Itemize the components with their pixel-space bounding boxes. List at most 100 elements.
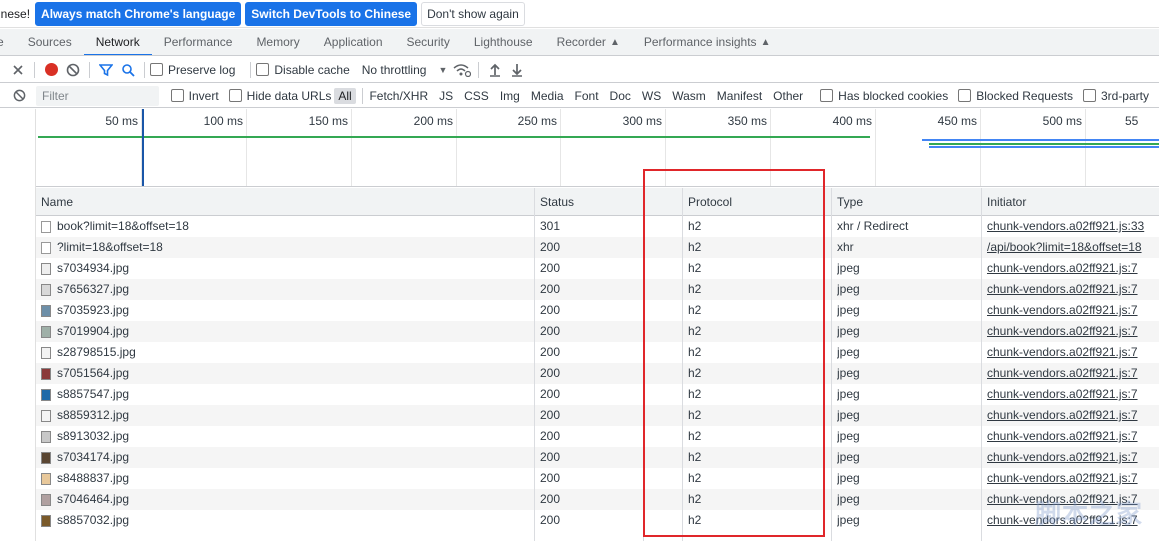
filter-icon[interactable] [95, 59, 117, 81]
network-conditions-icon[interactable] [451, 59, 473, 81]
timeline-gridline [246, 109, 247, 186]
table-row[interactable]: s7034174.jpg 200 h2 jpeg chunk-vendors.a02ff… [36, 447, 1159, 468]
requests-table: Name Status Protocol Type Initiator book… [36, 188, 1159, 541]
table-row[interactable]: s7019904.jpg 200 h2 jpeg chunk-vendors.a02ff… [36, 321, 1159, 342]
dont-show-again-button[interactable]: Don't show again [421, 1, 525, 26]
cell-initiator[interactable]: chunk-vendors.a02ff921.js:7 [987, 279, 1159, 300]
cell-status: 200 [540, 492, 561, 506]
timeline-overview[interactable]: 50 ms 100 ms 150 ms 200 ms 250 ms 300 ms… [36, 109, 1159, 187]
tab-recorder[interactable]: Recorder ▲ [545, 29, 632, 55]
checkbox-box[interactable] [150, 63, 163, 76]
clear-icon[interactable] [62, 59, 84, 81]
table-row[interactable]: s7034934.jpg 200 h2 jpeg chunk-vendors.a02ff… [36, 258, 1159, 279]
timeline-tick-label: 300 ms [622, 114, 662, 128]
timeline-gridline [351, 109, 352, 186]
cell-initiator[interactable]: chunk-vendors.a02ff921.js:7 [987, 468, 1159, 489]
checkbox-box[interactable] [170, 89, 184, 102]
type-filter-js[interactable]: JS [435, 88, 457, 104]
table-row[interactable]: s8859312.jpg 200 h2 jpeg chunk-vendors.a02ff… [36, 405, 1159, 426]
tab-performance-insights[interactable]: Performance insights ▲ [632, 29, 783, 55]
checkbox-box[interactable] [1082, 89, 1096, 102]
table-row[interactable]: ?limit=18&offset=18 200 h2 xhr/api/book?lim… [36, 237, 1159, 258]
cell-initiator[interactable]: chunk-vendors.a02ff921.js:7 [987, 321, 1159, 342]
always-match-language-button[interactable]: Always match Chrome's language [35, 1, 242, 26]
block-icon[interactable] [8, 85, 30, 107]
column-header-status[interactable]: Status [535, 188, 574, 216]
type-filter-wasm[interactable]: Wasm [668, 88, 710, 104]
table-row[interactable]: s7035923.jpg 200 h2 jpeg chunk-vendors.a02ff… [36, 300, 1159, 321]
dropdown-arrow-icon: ▼ [438, 64, 448, 75]
type-filter-all[interactable]: All [334, 87, 356, 104]
table-row[interactable]: s7051564.jpg 200 h2 jpeg chunk-vendors.a02ff… [36, 363, 1159, 384]
tab-sources[interactable]: Sources [16, 29, 84, 55]
throttling-select[interactable]: No throttling ▼ [362, 63, 448, 77]
cell-initiator[interactable]: chunk-vendors.a02ff921.js:7 [987, 405, 1159, 426]
cell-initiator[interactable]: chunk-vendors.a02ff921.js:7 [987, 384, 1159, 405]
table-row[interactable]: s8857032.jpg 200 h2 jpeg chunk-vendors.a02ff… [36, 510, 1159, 531]
cell-initiator[interactable]: chunk-vendors.a02ff921.js:7 [987, 363, 1159, 384]
disable-cache-checkbox[interactable]: Disable cache [256, 63, 350, 77]
type-filter-css[interactable]: CSS [460, 88, 493, 104]
image-file-icon [41, 325, 51, 338]
tab-elements[interactable]: e [0, 29, 16, 55]
checkbox-box[interactable] [958, 89, 972, 102]
request-name: book?limit=18&offset=18 [57, 219, 189, 233]
table-row[interactable]: book?limit=18&offset=18 301 h2 xhr / Redire… [36, 216, 1159, 237]
tab-performance[interactable]: Performance [152, 29, 245, 55]
type-filter-doc[interactable]: Doc [606, 88, 635, 104]
cell-initiator[interactable]: chunk-vendors.a02ff921.js:33 [987, 216, 1159, 237]
type-filter-manifest[interactable]: Manifest [713, 88, 766, 104]
type-filter-ws[interactable]: WS [638, 88, 665, 104]
record-icon[interactable] [40, 59, 62, 81]
cell-initiator[interactable]: chunk-vendors.a02ff921.js:7 [987, 426, 1159, 447]
search-icon[interactable] [117, 59, 139, 81]
timeline-tick-label: 100 ms [203, 114, 243, 128]
blocked-requests-checkbox[interactable]: Blocked Requests [958, 89, 1073, 103]
filter-input[interactable]: Filter [36, 85, 159, 106]
column-header-initiator[interactable]: Initiator [982, 188, 1026, 216]
table-row[interactable]: s7046464.jpg 200 h2 jpeg chunk-vendors.a02ff… [36, 489, 1159, 510]
cell-initiator[interactable]: chunk-vendors.a02ff921.js:7 [987, 300, 1159, 321]
type-filter-media[interactable]: Media [527, 88, 568, 104]
import-har-icon[interactable] [484, 59, 506, 81]
cell-initiator[interactable]: chunk-vendors.a02ff921.js:7 [987, 258, 1159, 279]
cell-status: 200 [540, 261, 561, 275]
column-header-name[interactable]: Name [36, 188, 73, 216]
hide-data-urls-checkbox[interactable]: Hide data URLs [228, 89, 331, 103]
cell-status: 200 [540, 387, 561, 401]
table-row[interactable]: s8913032.jpg 200 h2 jpeg chunk-vendors.a02ff… [36, 426, 1159, 447]
cell-initiator[interactable]: chunk-vendors.a02ff921.js:7 [987, 447, 1159, 468]
type-filter-fetch-xhr[interactable]: Fetch/XHR [365, 88, 432, 104]
close-icon[interactable] [7, 59, 29, 81]
preserve-log-checkbox[interactable]: Preserve log [150, 63, 235, 77]
export-har-icon[interactable] [506, 59, 528, 81]
type-filter-font[interactable]: Font [571, 88, 603, 104]
table-row[interactable]: s8857547.jpg 200 h2 jpeg chunk-vendors.a02ff… [36, 384, 1159, 405]
tab-application[interactable]: Application [312, 29, 395, 55]
image-file-icon [41, 388, 51, 401]
table-row[interactable]: s7656327.jpg 200 h2 jpeg chunk-vendors.a02ff… [36, 279, 1159, 300]
checkbox-box[interactable] [228, 89, 242, 102]
checkbox-box[interactable] [256, 63, 270, 76]
switch-to-chinese-button[interactable]: Switch DevTools to Chinese [245, 1, 418, 26]
tab-lighthouse[interactable]: Lighthouse [462, 29, 545, 55]
tab-security[interactable]: Security [395, 29, 462, 55]
timeline-cursor[interactable] [142, 109, 144, 186]
invert-checkbox[interactable]: Invert [170, 89, 219, 103]
has-blocked-cookies-checkbox[interactable]: Has blocked cookies [820, 89, 948, 103]
type-filter-img[interactable]: Img [496, 88, 524, 104]
cell-type: jpeg [837, 408, 860, 422]
type-filter-other[interactable]: Other [769, 88, 807, 104]
image-file-icon [41, 514, 51, 527]
tab-memory[interactable]: Memory [244, 29, 311, 55]
cell-initiator[interactable]: /api/book?limit=18&offset=18 [987, 237, 1159, 258]
table-row[interactable]: s8488837.jpg 200 h2 jpeg chunk-vendors.a02ff… [36, 468, 1159, 489]
column-header-type[interactable]: Type [832, 188, 863, 216]
third-party-checkbox[interactable]: 3rd-party [1082, 89, 1149, 103]
checkbox-box[interactable] [820, 89, 834, 102]
document-file-icon [41, 220, 51, 233]
cell-name: s8488837.jpg [41, 468, 531, 489]
table-row[interactable]: s28798515.jpg 200 h2 jpeg chunk-vendors.a02f… [36, 342, 1159, 363]
cell-initiator[interactable]: chunk-vendors.a02ff921.js:7 [987, 342, 1159, 363]
tab-network[interactable]: Network [83, 29, 152, 55]
